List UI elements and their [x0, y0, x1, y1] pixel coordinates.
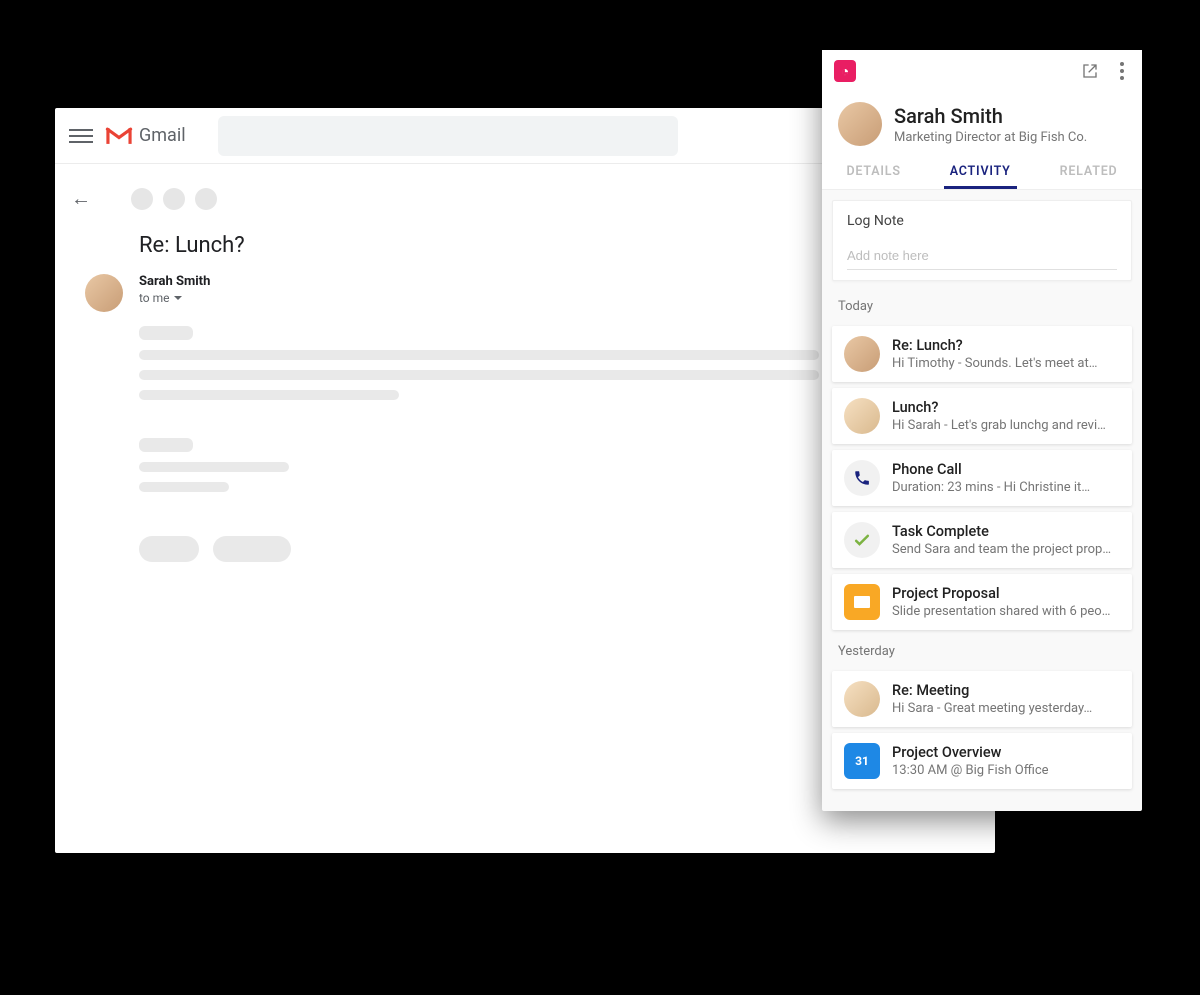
slides-icon	[844, 584, 880, 620]
activity-item[interactable]: Phone Call Duration: 23 mins - Hi Christ…	[832, 450, 1132, 506]
contact-header: Sarah Smith Marketing Director at Big Fi…	[822, 92, 1142, 152]
contact-avatar[interactable]	[838, 102, 882, 146]
more-icon[interactable]	[1110, 59, 1134, 83]
activity-title: Project Proposal	[892, 585, 1112, 602]
action-placeholder[interactable]	[131, 188, 153, 210]
contact-name: Sarah Smith	[894, 104, 1087, 128]
avatar-icon	[844, 681, 880, 717]
activity-title: Phone Call	[892, 461, 1090, 478]
avatar-icon	[844, 336, 880, 372]
phone-icon	[844, 460, 880, 496]
section-yesterday: Yesterday	[822, 636, 1142, 665]
contact-subtitle: Marketing Director at Big Fish Co.	[894, 130, 1087, 145]
activity-item[interactable]: Task Complete Send Sara and team the pro…	[832, 512, 1132, 568]
activity-sub: Duration: 23 mins - Hi Christine it…	[892, 480, 1090, 495]
log-note-input[interactable]	[847, 246, 1117, 270]
check-icon	[844, 522, 880, 558]
menu-icon[interactable]	[69, 129, 93, 143]
activity-title: Project Overview	[892, 744, 1049, 761]
activity-item[interactable]: Project Proposal Slide presentation shar…	[832, 574, 1132, 630]
activity-title: Re: Meeting	[892, 682, 1092, 699]
tab-activity[interactable]: ACTIVITY	[944, 152, 1017, 189]
activity-item[interactable]: Lunch? Hi Sarah - Let's grab lunchg and …	[832, 388, 1132, 444]
sender-name: Sarah Smith	[139, 274, 210, 289]
chevron-down-icon	[174, 296, 182, 300]
tab-related[interactable]: RELATED	[1054, 152, 1124, 189]
activity-title: Re: Lunch?	[892, 337, 1097, 354]
gmail-logo: Gmail	[105, 125, 186, 146]
recipient-text: to me	[139, 291, 170, 305]
back-icon[interactable]: ←	[67, 182, 95, 215]
activity-title: Lunch?	[892, 399, 1106, 416]
action-placeholder[interactable]	[163, 188, 185, 210]
activity-item[interactable]: 31 Project Overview 13:30 AM @ Big Fish …	[832, 733, 1132, 789]
panel-titlebar: ◔	[822, 50, 1142, 92]
avatar-icon	[844, 398, 880, 434]
activity-sub: Hi Timothy - Sounds. Let's meet at…	[892, 356, 1097, 371]
reply-button[interactable]	[139, 536, 199, 562]
brand-icon: ◔	[834, 60, 856, 82]
crm-panel: ◔ Sarah Smith Marketing Director at Big …	[822, 50, 1142, 811]
recipient-dropdown[interactable]: to me	[139, 291, 210, 305]
tab-details[interactable]: DETAILS	[840, 152, 906, 189]
action-placeholder[interactable]	[195, 188, 217, 210]
activity-sub: Hi Sara - Great meeting yesterday…	[892, 701, 1092, 716]
activity-item[interactable]: Re: Lunch? Hi Timothy - Sounds. Let's me…	[832, 326, 1132, 382]
activity-sub: Slide presentation shared with 6 people	[892, 604, 1112, 619]
gmail-glyph-icon	[105, 126, 133, 146]
activity-sub: Hi Sarah - Let's grab lunchg and revi…	[892, 418, 1106, 433]
calendar-icon: 31	[844, 743, 880, 779]
activity-title: Task Complete	[892, 523, 1111, 540]
activity-sub: Send Sara and team the project prop…	[892, 542, 1111, 557]
activity-sub: 13:30 AM @ Big Fish Office	[892, 763, 1049, 778]
log-note-card: Log Note	[832, 200, 1132, 281]
section-today: Today	[822, 291, 1142, 320]
forward-button[interactable]	[213, 536, 291, 562]
activity-item[interactable]: Re: Meeting Hi Sara - Great meeting yest…	[832, 671, 1132, 727]
sender-avatar[interactable]	[85, 274, 123, 312]
log-note-title: Log Note	[847, 213, 1117, 229]
panel-tabs: DETAILS ACTIVITY RELATED	[822, 152, 1142, 190]
product-name: Gmail	[139, 125, 186, 146]
search-input[interactable]	[218, 116, 678, 156]
open-external-icon[interactable]	[1078, 59, 1102, 83]
